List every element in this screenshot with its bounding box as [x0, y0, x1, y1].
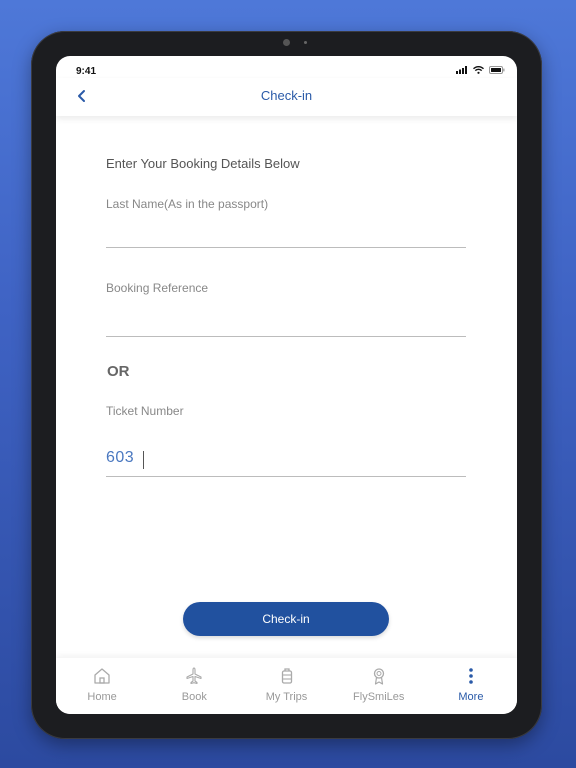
- tab-more[interactable]: More: [425, 658, 517, 714]
- ticket-number-label: Ticket Number: [106, 404, 184, 418]
- tab-home-label: Home: [87, 691, 117, 703]
- tab-book-label: Book: [181, 691, 207, 703]
- plane-icon: [186, 667, 202, 685]
- tab-bar: Home Book My Trips FlySmiLes More: [56, 658, 517, 714]
- last-name-label: Last Name(As in the passport): [106, 197, 269, 211]
- more-icon: [469, 668, 473, 684]
- form-heading: Enter Your Booking Details Below: [106, 156, 300, 171]
- app-screen: 9:41 Check-in Enter Your Booking Details…: [56, 56, 517, 714]
- tab-home[interactable]: Home: [56, 658, 148, 714]
- booking-ref-input[interactable]: [106, 306, 466, 336]
- sensor: [304, 41, 307, 44]
- booking-ref-field[interactable]: [106, 306, 466, 337]
- wifi-icon: [473, 66, 484, 74]
- award-icon: [373, 668, 384, 685]
- ticket-number-value[interactable]: 603: [106, 449, 134, 467]
- luggage-icon: [281, 668, 292, 684]
- camera: [283, 39, 290, 46]
- battery-icon: [489, 66, 505, 74]
- checkin-button[interactable]: Check-in: [183, 602, 389, 636]
- or-divider-label: OR: [107, 363, 130, 380]
- status-icons: [456, 66, 505, 74]
- nav-bar: Check-in: [56, 78, 517, 116]
- tab-more-label: More: [458, 691, 484, 703]
- tab-book[interactable]: Book: [148, 658, 240, 714]
- text-caret: [143, 451, 144, 469]
- signal-icon: [456, 66, 467, 74]
- home-icon: [94, 668, 110, 684]
- tab-flysmiles-label: FlySmiLes: [353, 691, 405, 703]
- tab-my-trips[interactable]: My Trips: [240, 658, 332, 714]
- page-title: Check-in: [260, 88, 313, 103]
- ticket-number-field[interactable]: 603: [106, 446, 466, 477]
- booking-ref-label: Booking Reference: [106, 281, 209, 295]
- tab-my-trips-label: My Trips: [265, 691, 308, 703]
- tab-flysmiles[interactable]: FlySmiLes: [333, 658, 425, 714]
- status-time: 9:41: [76, 66, 97, 77]
- last-name-input[interactable]: [106, 217, 466, 247]
- last-name-field[interactable]: [106, 217, 466, 248]
